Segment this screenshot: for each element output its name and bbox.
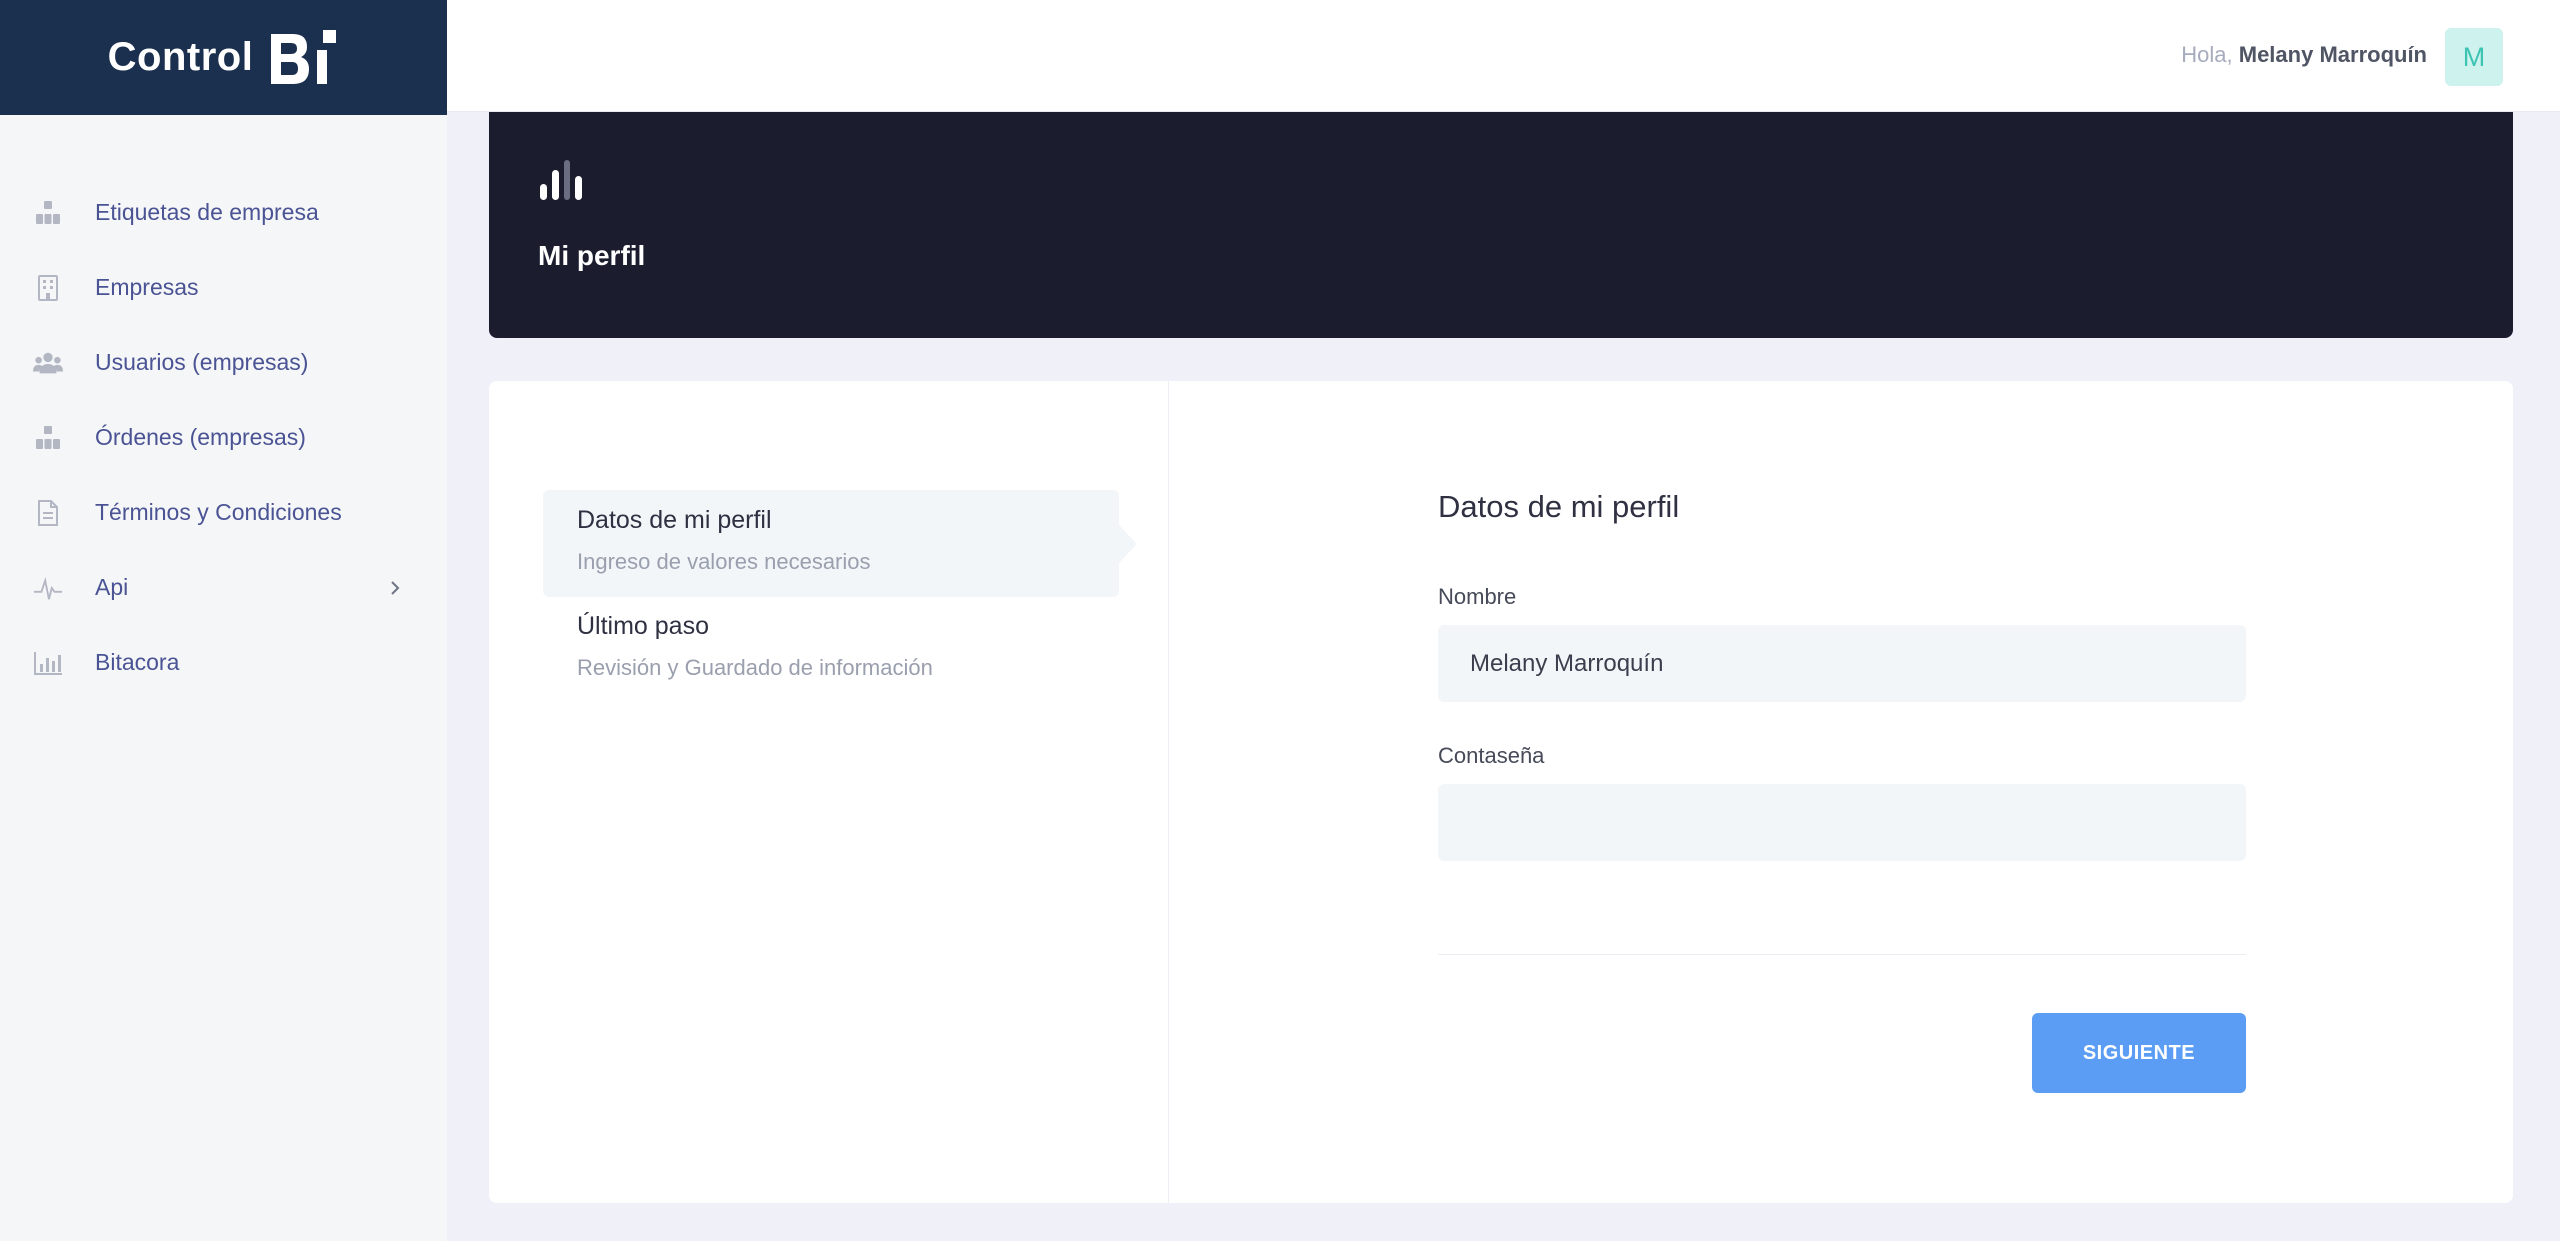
- sidebar-item-empresas[interactable]: Empresas: [0, 250, 447, 325]
- brand-logo[interactable]: Control: [0, 0, 447, 115]
- bar-chart-icon: [33, 648, 63, 678]
- top-bar: Hola, Melany Marroquín M: [447, 0, 2560, 112]
- tags-grid-icon: [33, 198, 63, 228]
- user-greeting: Hola, Melany Marroquín: [2181, 42, 2427, 68]
- sidebar-item-label: Api: [95, 574, 129, 600]
- avatar[interactable]: M: [2445, 28, 2503, 86]
- chevron-right-icon[interactable]: [389, 579, 407, 597]
- pulse-icon: [33, 573, 63, 603]
- sidebar: Control Etiquetas de empresa Empresas Us…: [0, 0, 447, 1241]
- sidebar-item-ordenes[interactable]: Órdenes (empresas): [0, 400, 447, 475]
- step-subtitle: Revisión y Guardado de información: [577, 655, 933, 680]
- sidebar-item-api[interactable]: Api: [0, 550, 447, 625]
- form-divider: [1438, 954, 2246, 955]
- sidebar-item-label: Órdenes (empresas): [95, 424, 306, 450]
- password-label: Contaseña: [1438, 743, 1545, 768]
- sidebar-item-label: Términos y Condiciones: [95, 499, 342, 525]
- sidebar-item-label: Bitacora: [95, 649, 180, 675]
- sidebar-nav: Etiquetas de empresa Empresas Usuarios (…: [0, 115, 447, 700]
- users-icon: [33, 348, 63, 378]
- step-title: Datos de mi perfil: [577, 506, 772, 534]
- sidebar-item-terminos[interactable]: Términos y Condiciones: [0, 475, 447, 550]
- password-field[interactable]: [1438, 784, 2246, 861]
- orders-grid-icon: [33, 423, 63, 453]
- form-title: Datos de mi perfil: [1438, 489, 1680, 524]
- sidebar-item-usuarios[interactable]: Usuarios (empresas): [0, 325, 447, 400]
- step-subtitle: Ingreso de valores necesarios: [577, 549, 871, 574]
- page-header-banner: Mi perfil: [489, 112, 2513, 338]
- brand-mark-bi: [271, 29, 337, 84]
- wizard-step-profile-data[interactable]: Datos de mi perfil Ingreso de valores ne…: [543, 490, 1137, 597]
- next-button[interactable]: SIGUIENTE: [2032, 1013, 2246, 1093]
- name-field[interactable]: [1438, 625, 2246, 702]
- page-title: Mi perfil: [538, 240, 646, 271]
- bar-chart-icon: [540, 160, 582, 200]
- sidebar-item-etiquetas[interactable]: Etiquetas de empresa: [0, 175, 447, 250]
- document-icon: [33, 498, 63, 528]
- step-title: Último paso: [577, 612, 709, 640]
- wizard-step-last[interactable]: Último paso Revisión y Guardado de infor…: [543, 596, 1119, 703]
- user-name: Melany Marroquín: [2238, 42, 2427, 67]
- sidebar-item-bitacora[interactable]: Bitacora: [0, 625, 447, 700]
- sidebar-item-label: Empresas: [95, 274, 199, 300]
- brand-word: Control: [107, 35, 254, 79]
- name-label: Nombre: [1438, 584, 1517, 609]
- sidebar-item-label: Usuarios (empresas): [95, 349, 309, 375]
- profile-wizard-card: Datos de mi perfil Ingreso de valores ne…: [489, 381, 2513, 1203]
- greeting-text: Hola,: [2181, 42, 2239, 67]
- sidebar-item-label: Etiquetas de empresa: [95, 199, 319, 225]
- wizard-steps: Datos de mi perfil Ingreso de valores ne…: [489, 381, 1169, 1203]
- building-icon: [33, 273, 63, 303]
